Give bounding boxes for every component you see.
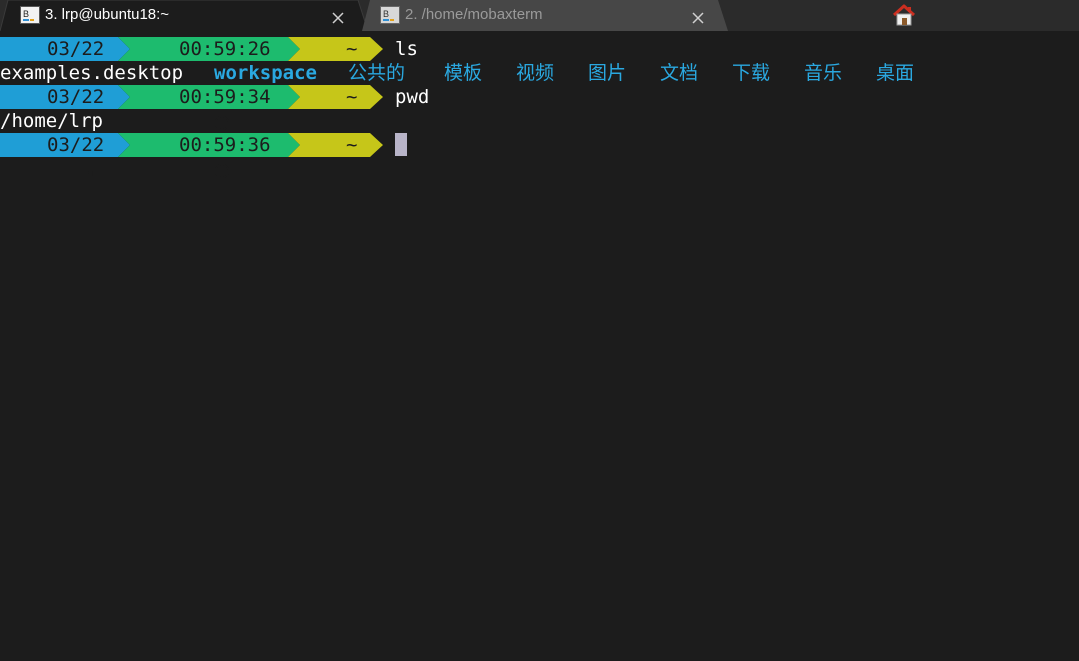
tab-bar: B 3. lrp@ubuntu18:~ B 2. /home/mobaxterm [0, 0, 1079, 31]
prompt-dir: ~ [346, 86, 358, 108]
prompt-dir: ~ [346, 38, 358, 60]
prompt-date: 03/22 [47, 134, 105, 156]
tab-home-mobaxterm[interactable]: B 2. /home/mobaxterm [362, 0, 732, 31]
svg-text:B: B [383, 9, 389, 19]
close-icon[interactable] [691, 6, 705, 24]
directory-entry: 图片 [588, 62, 627, 84]
terminal-area[interactable]: 31 03/22 00:59:26 ~ ls examples.desktop … [0, 33, 1079, 661]
directory-entry: 文档 [660, 62, 699, 84]
home-icon[interactable] [891, 3, 917, 27]
prompt-time: 00:59:36 [179, 134, 271, 156]
prompt-line: 31 03/22 00:59:26 ~ ls [0, 37, 1079, 84]
prompt-dir: ~ [346, 134, 358, 156]
directory-entry: 桌面 [876, 62, 915, 84]
prompt-time: 00:59:26 [179, 38, 271, 60]
close-icon[interactable] [331, 6, 345, 24]
directory-entry: 视频 [516, 62, 555, 84]
prompt-time: 00:59:34 [179, 86, 271, 108]
pwd-output: /home/lrp [0, 110, 103, 132]
prompt-line: 31 03/22 00:59:34 ~ pwd [0, 85, 1079, 132]
tab-label: 3. lrp@ubuntu18:~ [45, 6, 170, 23]
tab-label: 2. /home/mobaxterm [405, 6, 543, 23]
file-entry: examples.desktop [0, 62, 184, 84]
prompt-date: 03/22 [47, 38, 105, 60]
tab-lrp-ubuntu18[interactable]: B 3. lrp@ubuntu18:~ [0, 0, 372, 31]
directory-entry: 公共的 [348, 62, 406, 84]
directory-entry: 下载 [732, 62, 771, 84]
directory-entry: workspace [214, 62, 317, 84]
directory-entry: 音乐 [804, 62, 843, 84]
terminal-icon: B [380, 5, 400, 24]
terminal-icon: B [20, 5, 40, 24]
prompt-date: 03/22 [47, 86, 105, 108]
pwd-output-line: /home/lrp [0, 109, 1079, 133]
directory-entry: 模板 [444, 62, 483, 84]
command-text: pwd [395, 86, 430, 108]
command-text: ls [395, 38, 418, 60]
svg-text:31: 31 [85, 170, 95, 179]
svg-text:B: B [23, 9, 29, 19]
prompt-line: 31 03/22 00:59:36 ~ [0, 133, 1079, 180]
terminal-cursor [395, 133, 407, 156]
ls-output-line: examples.desktop workspace 公共的 模板 视频 图片 … [0, 61, 1079, 85]
